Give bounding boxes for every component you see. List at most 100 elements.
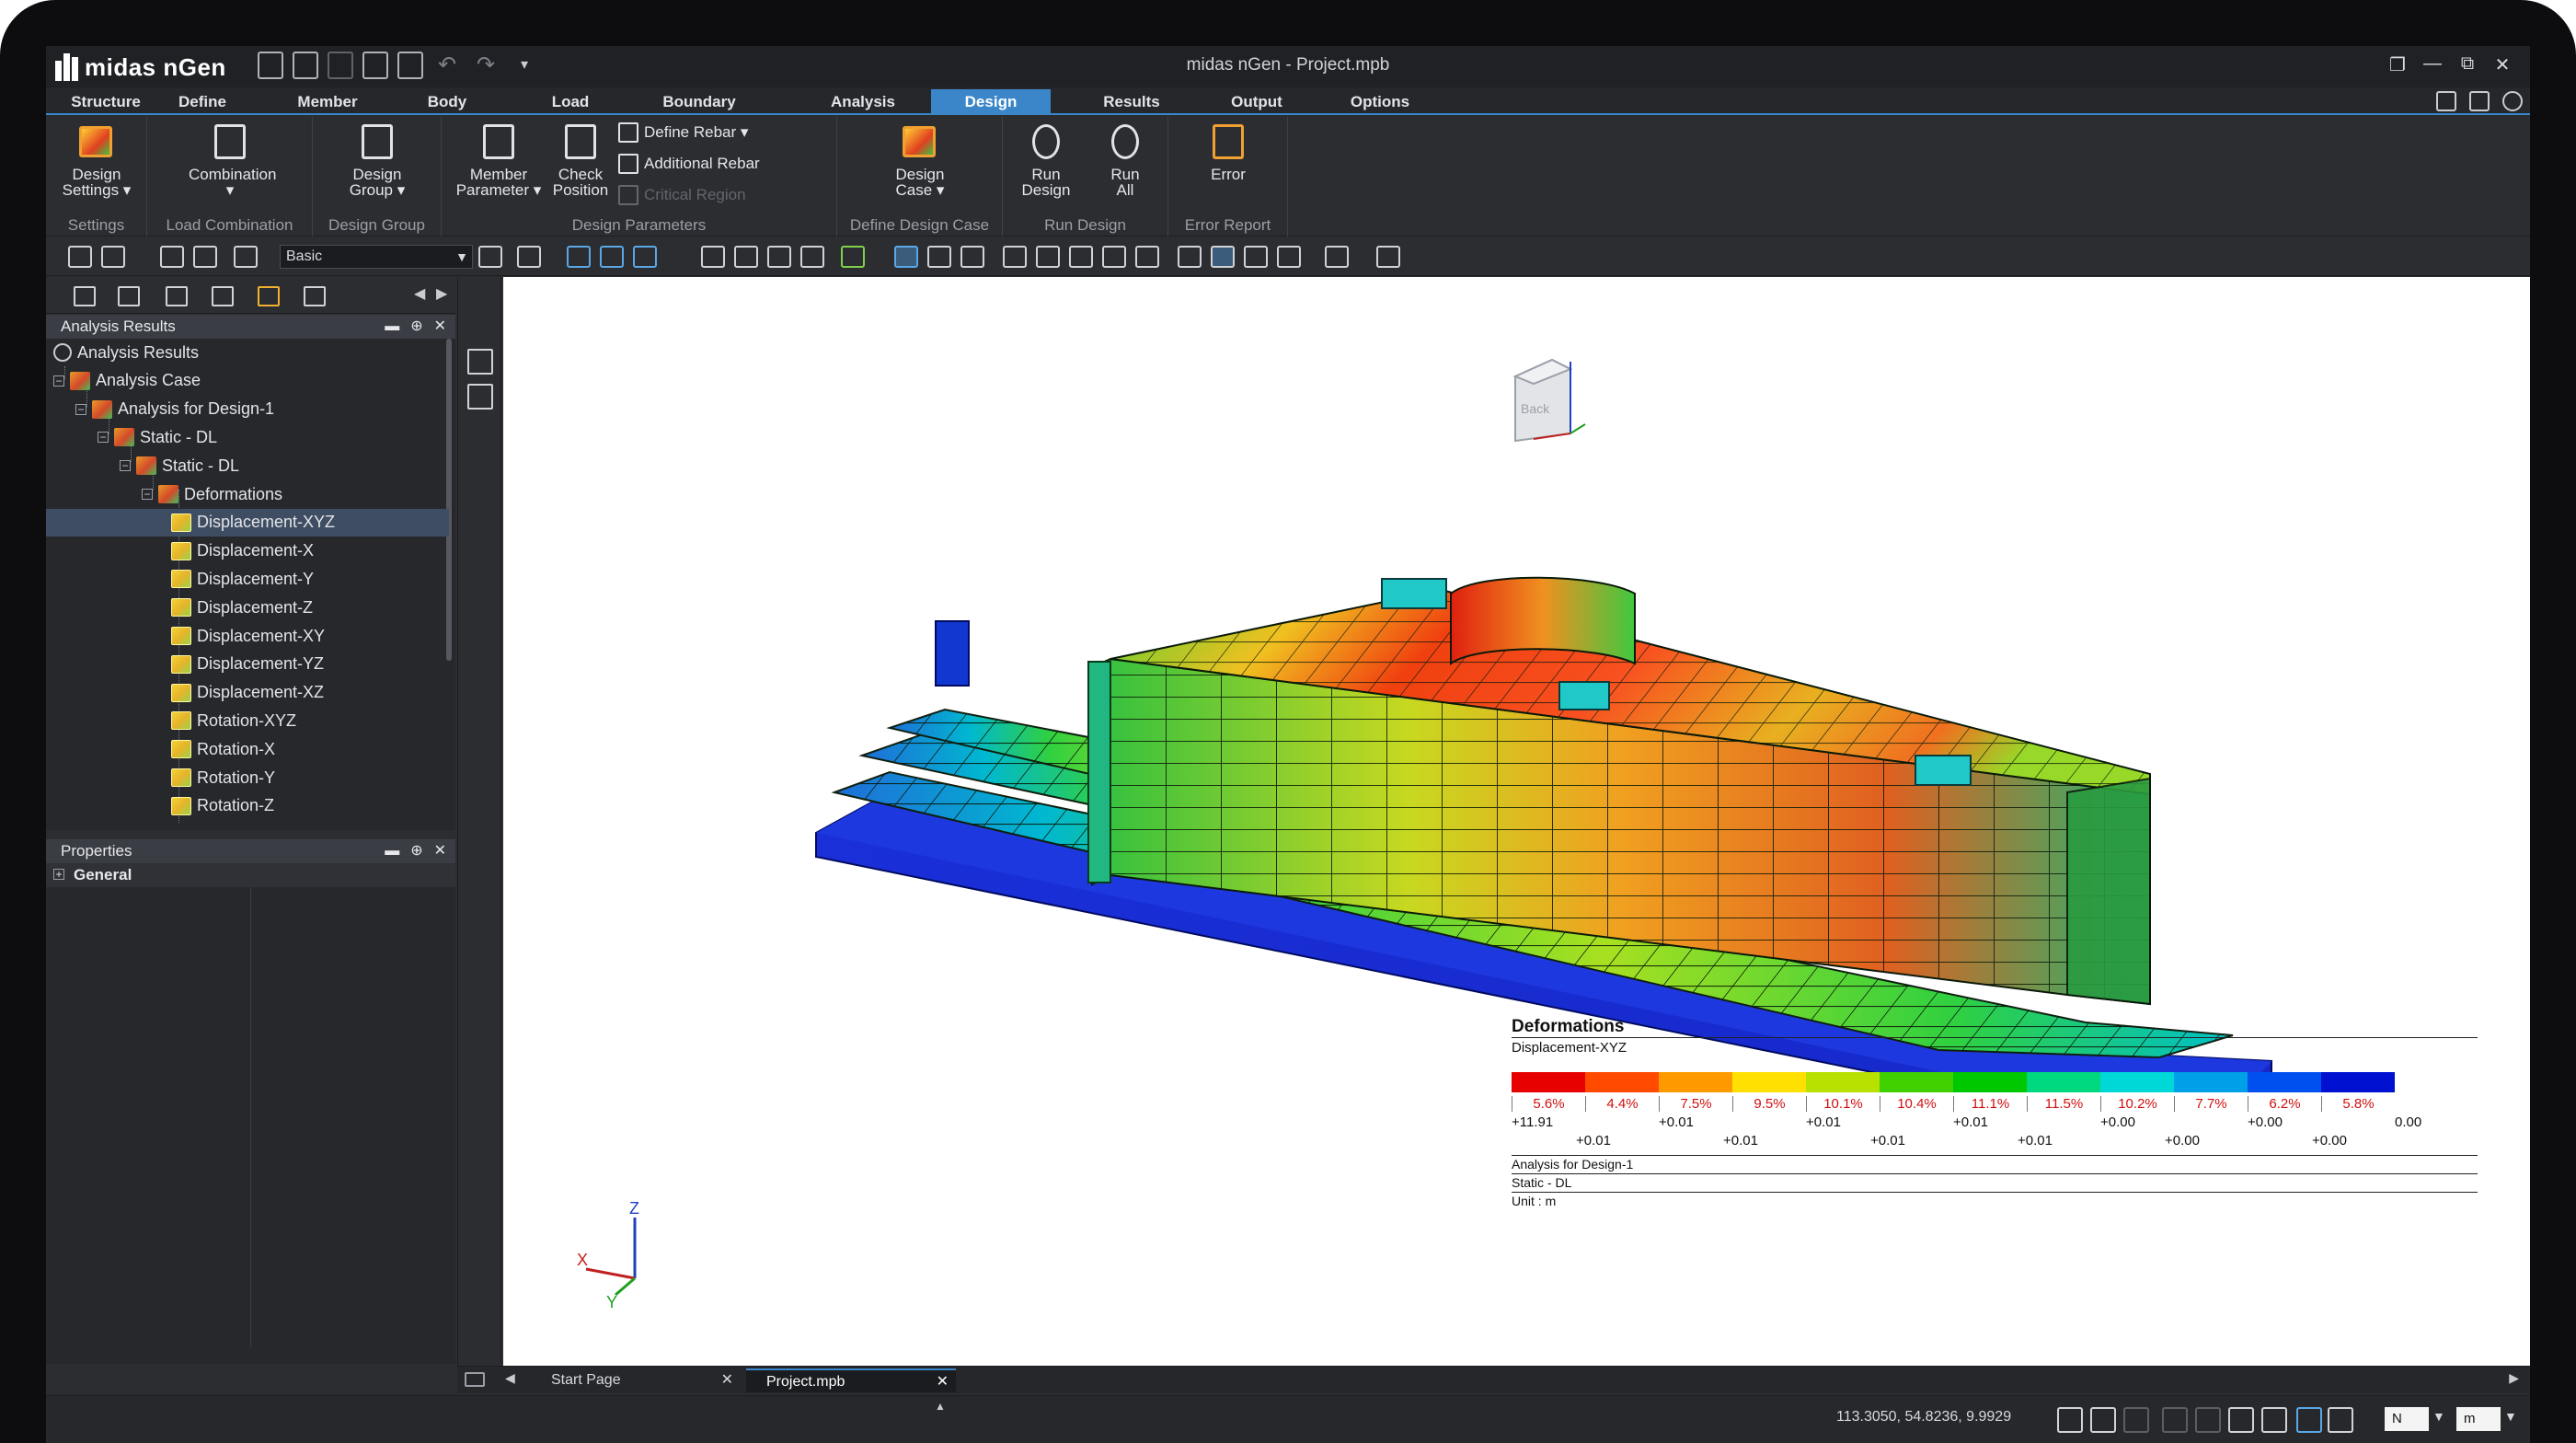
core-column[interactable] [1087,661,1111,883]
table-icon[interactable] [166,286,188,306]
tree-item[interactable]: Displacement-Z [46,594,449,621]
pin-icon[interactable]: ⊕ [410,839,422,863]
tab-scroll-left-icon[interactable]: ◀ [505,1370,515,1386]
render-mode-icon[interactable] [517,246,541,268]
design-case-button[interactable]: Design Case ▾ [879,122,961,198]
tab-project[interactable]: Project.mpb ✕ [746,1368,956,1392]
monitor-icon[interactable] [1376,246,1400,268]
collapse-icon[interactable]: − [53,375,64,387]
report-icon[interactable] [2469,91,2490,111]
close-panel-icon[interactable]: ✕ [434,839,446,863]
tree-item[interactable]: − Deformations [46,480,449,508]
tab-structure[interactable]: Structure [64,89,147,115]
close-tab-icon[interactable]: ✕ [937,1370,949,1394]
unlock-icon[interactable] [101,246,125,268]
member-parameter-button[interactable]: Member Parameter ▾ [453,122,545,198]
tab-define[interactable]: Define [156,89,248,115]
label-icon[interactable] [1003,246,1027,268]
tree-item[interactable]: − Static - DL [46,423,449,451]
close-icon[interactable]: ✕ [2493,53,2512,76]
error-button[interactable]: Error [1191,122,1265,182]
tree-item[interactable]: Displacement-XYZ [46,508,449,537]
chevron-down-icon[interactable]: ▼ [2432,1409,2445,1424]
snap-edge-icon[interactable] [2123,1407,2149,1433]
work-tree-icon[interactable] [118,286,140,306]
design-group-button[interactable]: Design Group ▾ [336,122,419,198]
ortho-icon[interactable] [2261,1407,2287,1433]
status-expand-icon[interactable]: ▲ [935,1400,946,1413]
view-mode-select[interactable]: Basic ▼ [280,245,473,269]
model-tree-icon[interactable] [74,286,96,306]
tree-item[interactable]: Rotation-Y [46,764,449,791]
tab-boundary[interactable]: Boundary [635,89,764,115]
model-viewport[interactable]: Z X Y Back Deformations Displacement-XYZ… [503,277,2530,1366]
restore-layout-icon[interactable]: ❐ [2388,53,2407,76]
view-cube[interactable]: Back [1512,358,1586,443]
run-design-button[interactable]: Run Design [1012,122,1080,198]
tab-options[interactable]: Options [1325,89,1435,115]
tab-output[interactable]: Output [1202,89,1312,115]
chevron-down-icon[interactable]: ▼ [2504,1409,2517,1424]
design-settings-button[interactable]: Design Settings ▾ [55,122,138,198]
length-unit-select[interactable]: m [2456,1407,2501,1431]
local-axis-icon[interactable] [927,246,951,268]
layout-icon[interactable] [2436,91,2456,111]
tab-load[interactable]: Load [524,89,616,115]
member-icon[interactable] [734,246,758,268]
properties-section-general[interactable]: + General [46,863,455,887]
pin-icon[interactable]: ⊕ [410,315,422,339]
select-window-icon[interactable] [234,246,258,268]
numbering-icon[interactable] [1135,246,1159,268]
tree-item[interactable]: Displacement-YZ [46,651,449,678]
view-iso-icon[interactable] [160,246,184,268]
stair-core[interactable] [935,620,970,687]
measure-icon[interactable] [2296,1407,2322,1433]
select-element-icon[interactable] [633,246,657,268]
define-rebar-button[interactable]: Define Rebar ▾ [618,122,748,143]
select-pointer-icon[interactable] [567,246,591,268]
minimize-icon[interactable]: — [2423,53,2442,76]
combination-button[interactable]: Combination ▾ [189,122,276,198]
snap-node-icon[interactable] [2057,1407,2083,1433]
collapse-icon[interactable]: − [120,460,131,472]
help-icon[interactable] [2502,91,2523,111]
expand-icon[interactable]: + [53,869,64,880]
tree-item[interactable]: Displacement-XZ [46,679,449,707]
tab-scroll-right-icon[interactable]: ▶ [2509,1370,2519,1386]
lock-icon[interactable] [68,246,92,268]
minimize-view-icon[interactable] [467,384,493,410]
wireframe-icon[interactable] [1244,246,1268,268]
tree-item[interactable]: − Analysis Case [46,367,449,395]
tree-item[interactable]: Rotation-XYZ [46,707,449,734]
snap-center-icon[interactable] [2195,1407,2221,1433]
scroll-left-icon[interactable]: ◀ [414,284,425,303]
tree-item[interactable]: − Static - DL [46,452,449,479]
close-panel-icon[interactable]: ✕ [434,315,446,339]
text-icon[interactable] [2328,1407,2353,1433]
roof-unit-1[interactable] [1381,578,1447,609]
perspective-icon[interactable] [1178,246,1202,268]
roof-unit-3[interactable] [1915,755,1972,786]
tab-results[interactable]: Results [1076,89,1187,115]
run-all-button[interactable]: Run All [1091,122,1159,198]
tree-item[interactable]: Displacement-X [46,537,449,565]
critical-region-button[interactable]: Critical Region [618,185,746,205]
scroll-right-icon[interactable]: ▶ [436,284,447,303]
collapse-icon[interactable]: − [98,432,109,444]
axis-display-icon[interactable] [894,246,918,268]
capture-icon[interactable] [1325,246,1349,268]
tower-end-frame[interactable] [2066,777,2151,1006]
target-icon[interactable] [1102,246,1126,268]
tab-list-icon[interactable] [465,1372,485,1387]
check-position-button[interactable]: Check Position [548,122,613,198]
section-icon[interactable] [701,246,725,268]
color-map-icon[interactable] [841,246,865,268]
snap-face-icon[interactable] [2162,1407,2188,1433]
query-icon[interactable] [212,286,234,306]
tab-member[interactable]: Member [282,89,374,115]
frame-icon[interactable] [800,246,824,268]
analysis-results-icon[interactable] [258,286,280,306]
shading-icon[interactable] [1211,246,1235,268]
snap-grid-icon[interactable] [2090,1407,2116,1433]
tree-item[interactable]: − Analysis for Design-1 [46,396,449,423]
